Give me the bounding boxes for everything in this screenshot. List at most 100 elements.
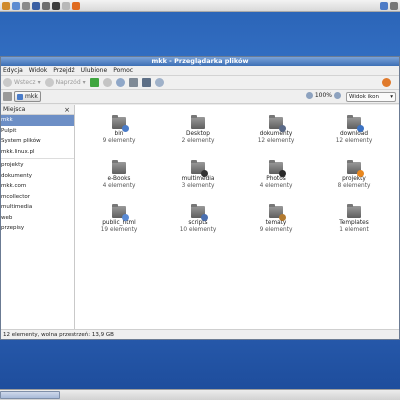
zoom-out-icon[interactable] bbox=[305, 92, 313, 99]
emblem-icon bbox=[279, 170, 286, 177]
sidebar-item-4[interactable]: projekty bbox=[1, 160, 74, 171]
emblem-icon bbox=[357, 125, 364, 132]
location-toggle-icon[interactable] bbox=[3, 92, 12, 101]
taskbar-window-button[interactable] bbox=[0, 391, 60, 399]
sidebar-item-9[interactable]: web bbox=[1, 213, 74, 224]
emblem-icon bbox=[279, 214, 286, 221]
sidebar-item-6[interactable]: mkk.com bbox=[1, 181, 74, 192]
folder-icon bbox=[191, 160, 208, 177]
back-arrow-icon bbox=[3, 78, 12, 87]
folder-icon bbox=[347, 160, 364, 177]
folder-icon bbox=[112, 115, 129, 132]
file-item[interactable]: public_html 19 elementy bbox=[89, 204, 149, 233]
tray-icon-2[interactable] bbox=[390, 2, 398, 10]
sidebar-item-1[interactable]: Pulpit bbox=[1, 126, 74, 137]
file-item[interactable]: projekty 8 elementy bbox=[324, 160, 384, 189]
sidebar-item-8[interactable]: multimedia bbox=[1, 202, 74, 213]
menu-edit[interactable]: Edycja bbox=[3, 67, 23, 74]
launcher-icon-2[interactable] bbox=[12, 1, 20, 10]
menu-view[interactable]: Widok bbox=[29, 67, 47, 74]
file-count: 8 elementy bbox=[337, 182, 371, 189]
file-item[interactable]: download 12 elementy bbox=[324, 115, 384, 144]
file-count: 9 elementy bbox=[102, 137, 136, 144]
chevron-down-icon: ▾ bbox=[390, 94, 393, 100]
search-icon[interactable] bbox=[154, 78, 164, 87]
file-item[interactable]: multimedia 3 elementy bbox=[168, 160, 228, 189]
sidebar-item-5[interactable]: dokumenty bbox=[1, 171, 74, 182]
chevron-down-icon: ▾ bbox=[82, 79, 86, 86]
file-item[interactable]: scripts 10 elementy bbox=[168, 204, 228, 233]
launcher-icon-3[interactable] bbox=[22, 1, 30, 10]
folder-icon bbox=[347, 204, 361, 218]
folder-icon bbox=[347, 115, 364, 132]
file-count: 9 elementy bbox=[259, 226, 293, 233]
back-button[interactable]: Wstecz ▾ bbox=[3, 78, 41, 87]
launcher-icon-8[interactable] bbox=[72, 1, 80, 10]
location-bar: mkk 100% Widok ikon ▾ bbox=[1, 90, 399, 104]
folder-icon bbox=[112, 160, 126, 174]
file-item[interactable]: e-Books 4 elementy bbox=[89, 160, 149, 189]
file-item[interactable]: Photos 4 elementy bbox=[246, 160, 306, 189]
launcher-icon-4[interactable] bbox=[32, 1, 40, 10]
menu-bookmarks[interactable]: Ulubione bbox=[81, 67, 108, 74]
folder-icon bbox=[269, 160, 286, 177]
file-count: 10 elementy bbox=[179, 226, 217, 233]
file-item[interactable]: tematy 9 elementy bbox=[246, 204, 306, 233]
reload-icon[interactable] bbox=[115, 78, 125, 87]
zoom-in-icon[interactable] bbox=[334, 92, 341, 99]
file-count: 4 elementy bbox=[102, 182, 136, 189]
file-count: 4 elementy bbox=[259, 182, 293, 189]
menubar: Edycja Widok Przejdź Ulubione Pomoc bbox=[1, 66, 399, 76]
tray bbox=[380, 2, 398, 10]
emblem-icon bbox=[357, 170, 364, 177]
file-item[interactable]: Desktop 2 elementy bbox=[168, 115, 228, 144]
home-icon[interactable] bbox=[128, 78, 138, 87]
folder-icon bbox=[269, 204, 286, 221]
stop-icon[interactable] bbox=[102, 78, 112, 87]
emblem-icon bbox=[279, 125, 286, 132]
content-area: Miejsca × mkk Pulpit System plików mkk.linu… bbox=[1, 105, 399, 329]
sidebar: Miejsca × mkk Pulpit System plików mkk.linu… bbox=[1, 105, 75, 329]
sidebar-item-3[interactable]: mkk.linux.pl bbox=[1, 147, 74, 158]
launcher-icon-6[interactable] bbox=[52, 1, 60, 10]
sidebar-header[interactable]: Miejsca × bbox=[1, 105, 74, 115]
forward-arrow-icon bbox=[44, 78, 54, 87]
sidebar-item-10[interactable]: przepisy bbox=[1, 223, 74, 234]
emblem-icon bbox=[122, 214, 129, 221]
forward-button[interactable]: Naprzód ▾ bbox=[44, 78, 86, 87]
file-count: 12 elementy bbox=[335, 137, 373, 144]
sidebar-separator bbox=[1, 158, 74, 159]
file-browser-window: mkk - Przeglądarka plików Edycja Widok P… bbox=[0, 56, 400, 340]
up-arrow-icon[interactable] bbox=[89, 78, 99, 87]
back-label: Wstecz bbox=[14, 79, 36, 86]
window-title[interactable]: mkk - Przeglądarka plików bbox=[1, 57, 399, 66]
sidebar-item-0[interactable]: mkk bbox=[1, 115, 74, 126]
file-item[interactable]: Templates 1 element bbox=[324, 204, 384, 233]
zoom-level[interactable]: 100% bbox=[315, 92, 332, 99]
file-item[interactable]: bin 9 elementy bbox=[89, 115, 149, 144]
throbber-icon bbox=[382, 78, 391, 87]
toolbar: Wstecz ▾ Naprzód ▾ bbox=[1, 76, 399, 90]
folder-icon bbox=[269, 115, 286, 132]
folder-icon bbox=[112, 204, 129, 221]
icon-view[interactable]: bin 9 elementy Desktop 2 elementy dokumenty 1… bbox=[75, 105, 399, 329]
computer-icon[interactable] bbox=[141, 78, 151, 87]
folder-icon bbox=[191, 115, 205, 129]
bottom-panel bbox=[0, 389, 400, 400]
home-folder-icon bbox=[17, 93, 23, 100]
launcher-icon-7[interactable] bbox=[62, 1, 70, 10]
tray-icon-1[interactable] bbox=[380, 2, 388, 10]
path-button-mkk[interactable]: mkk bbox=[14, 91, 41, 102]
launcher-icon-1[interactable] bbox=[2, 1, 10, 10]
menu-go[interactable]: Przejdź bbox=[53, 67, 74, 74]
sidebar-item-7[interactable]: mcollector bbox=[1, 192, 74, 203]
close-icon[interactable]: × bbox=[64, 105, 70, 115]
sidebar-item-2[interactable]: System plików bbox=[1, 136, 74, 147]
file-count: 19 elementy bbox=[100, 226, 138, 233]
file-item[interactable]: dokumenty 12 elementy bbox=[246, 115, 306, 144]
launcher-icon-5[interactable] bbox=[42, 1, 50, 10]
menu-help[interactable]: Pomoc bbox=[113, 67, 133, 74]
view-mode-select[interactable]: Widok ikon ▾ bbox=[346, 92, 396, 102]
chevron-down-icon: ▾ bbox=[37, 79, 41, 86]
view-mode-label: Widok ikon bbox=[349, 94, 380, 100]
